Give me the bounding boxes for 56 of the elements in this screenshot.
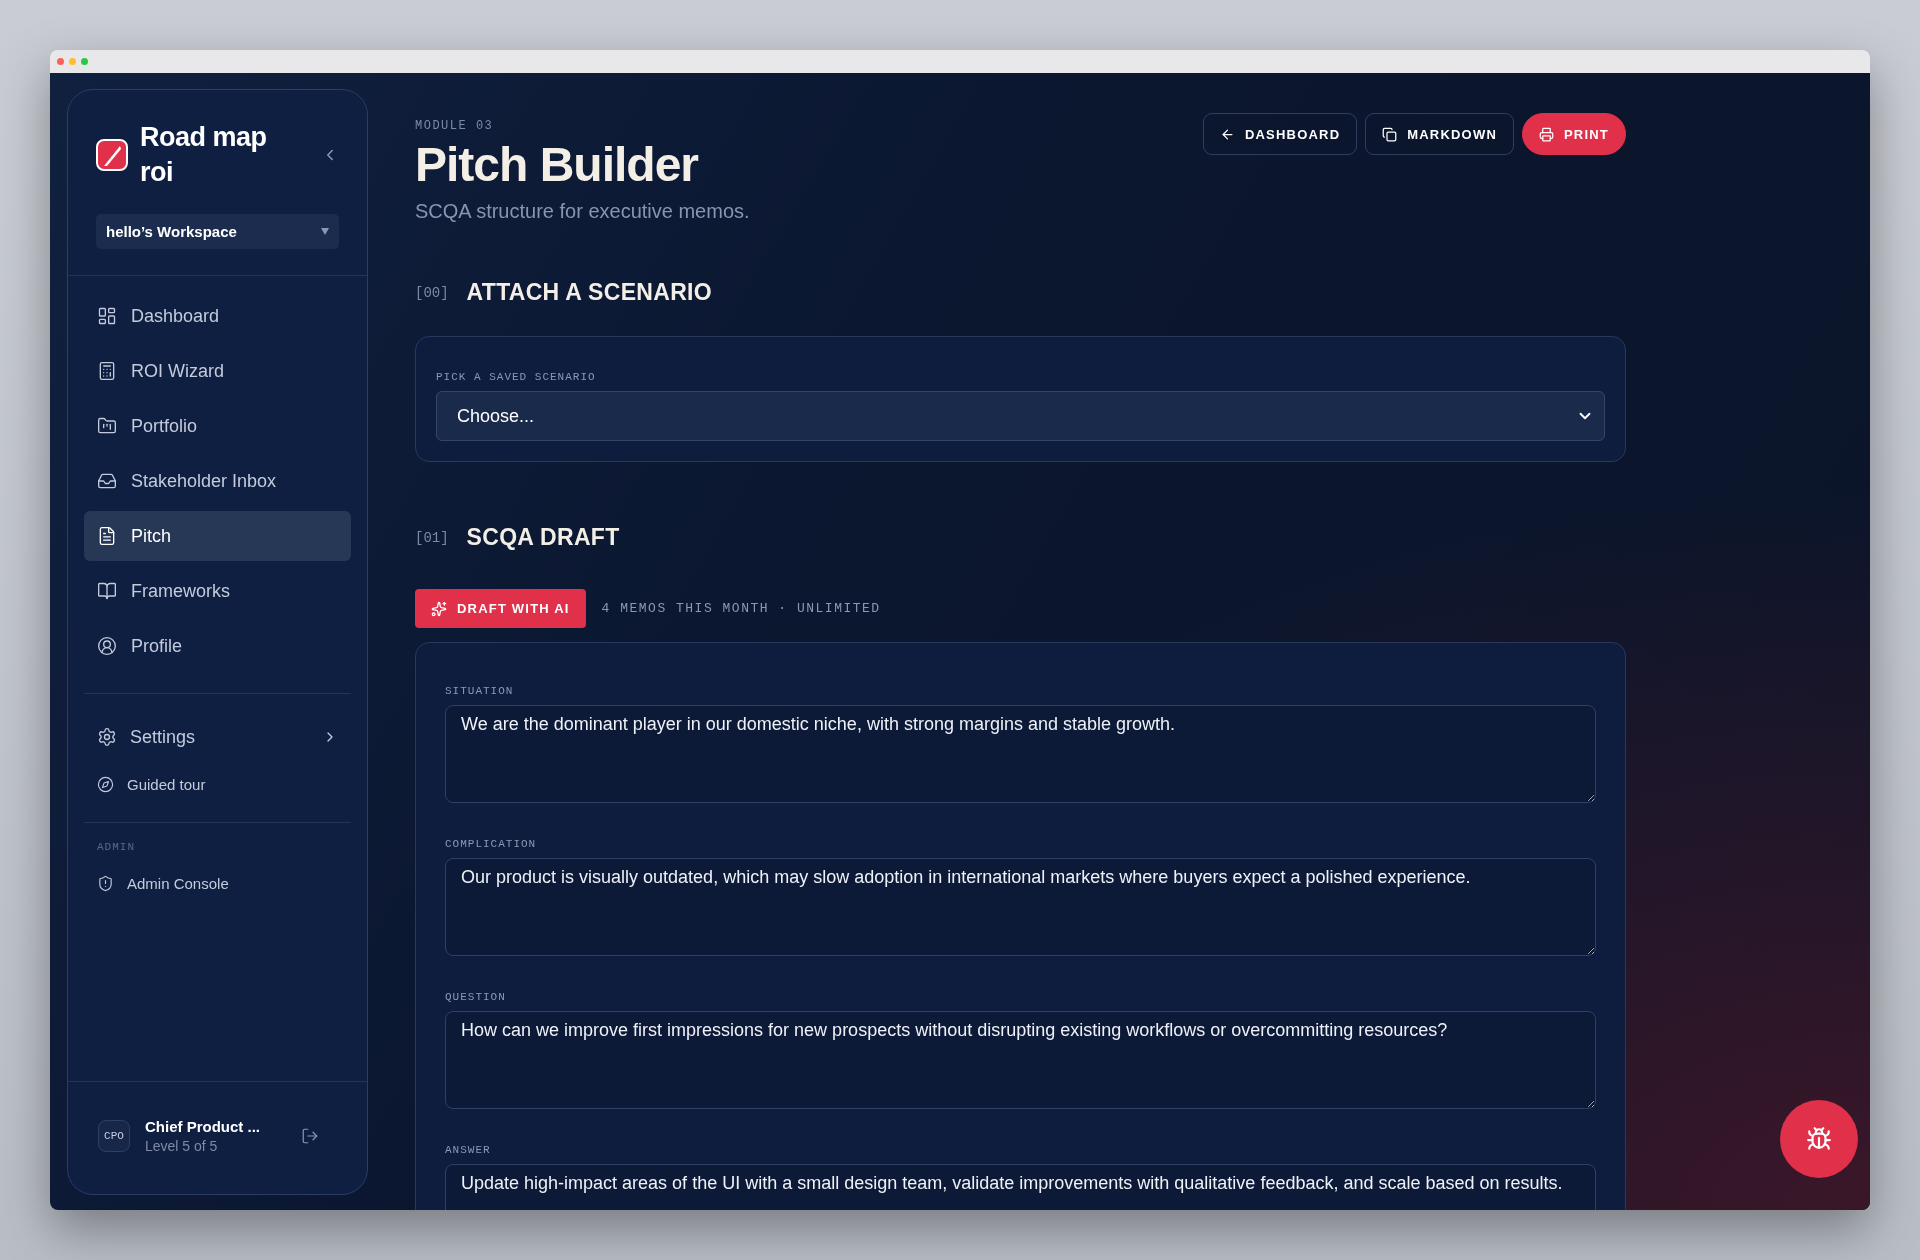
nav-item[interactable]: Portfolio — [84, 401, 351, 452]
close-dot[interactable] — [57, 58, 64, 65]
logout-icon — [301, 1127, 319, 1145]
nav-item[interactable]: ROI Wizard — [84, 346, 351, 397]
section-index: [00] — [415, 284, 449, 301]
minimize-dot[interactable] — [69, 58, 76, 65]
page-subtitle: SCQA structure for executive memos. — [415, 200, 750, 223]
section-title: ATTACH A SCENARIO — [466, 279, 712, 306]
page-title: Pitch Builder — [415, 137, 700, 192]
header-button[interactable]: MARKDOWN — [1365, 113, 1514, 155]
settings-icon — [97, 727, 117, 748]
maximize-dot[interactable] — [81, 58, 88, 65]
logout-button[interactable] — [301, 1127, 319, 1145]
text-area[interactable]: How can we improve first impressions for new prospects without disrupting existing workflows or overcommitting resources? — [445, 1011, 1596, 1109]
usage-note: 4 MEMOS THIS MONTH · UNLIMITED — [601, 601, 881, 616]
nav-item[interactable]: Stakeholder Inbox — [84, 456, 351, 507]
brand-name: Road map roi — [140, 121, 268, 190]
user-name: Chief Product ... — [145, 1118, 260, 1135]
copy-icon — [1382, 126, 1398, 142]
book-icon — [97, 581, 117, 602]
user-icon — [97, 636, 117, 657]
field-label: QUESTION — [445, 991, 507, 1003]
eyebrow-label: MODULE 03 — [415, 119, 495, 133]
scenario-select[interactable]: Choose... — [436, 391, 1605, 441]
field-label: COMPLICATION — [445, 838, 538, 850]
field-label: SITUATION — [445, 685, 515, 697]
document-icon — [97, 526, 117, 547]
text-area[interactable]: Update high-impact areas of the UI with a small design team, validate improvements with qualitative feedback, and scale based on results. — [445, 1164, 1596, 1210]
field-label: ANSWER — [445, 1144, 492, 1156]
logo-icon — [96, 139, 128, 172]
nav-item[interactable]: Profile — [84, 621, 351, 672]
nav-item[interactable]: Admin Console — [84, 861, 351, 906]
nav-item[interactable]: Frameworks — [84, 566, 351, 617]
draft-ai-button[interactable]: DRAFT WITH AI — [415, 589, 586, 628]
section-heading: ADMIN — [97, 841, 136, 854]
nav-item[interactable]: Dashboard — [84, 291, 351, 342]
compass-icon — [97, 775, 114, 793]
section-index: [01] — [415, 529, 449, 546]
bug-icon — [1806, 1126, 1832, 1152]
user-level: Level 5 of 5 — [145, 1138, 219, 1154]
printer-icon — [1539, 126, 1554, 142]
nav-item[interactable]: Guided tour — [84, 762, 351, 807]
header-button[interactable]: PRINT — [1522, 113, 1626, 155]
sparkles-icon — [431, 600, 447, 617]
workspace-select[interactable]: hello’s Workspace — [96, 214, 339, 250]
section-title: SCQA DRAFT — [466, 524, 620, 551]
avatar: CPO — [98, 1120, 130, 1152]
header-button[interactable]: DASHBOARD — [1202, 113, 1358, 155]
calculator-icon — [97, 361, 117, 382]
nav-item[interactable]: Settings — [84, 712, 351, 763]
field-label: PICK A SAVED SCENARIO — [436, 371, 597, 383]
text-area[interactable]: Our product is visually outdated, which may slow adoption in international markets where buyers expect a polished experience. — [445, 858, 1596, 956]
grid-icon — [97, 306, 117, 327]
nav-item[interactable]: Pitch — [84, 511, 351, 562]
shield-icon — [97, 874, 114, 892]
text-area[interactable]: We are the dominant player in our domestic niche, with strong margins and stable growth. — [445, 705, 1596, 803]
